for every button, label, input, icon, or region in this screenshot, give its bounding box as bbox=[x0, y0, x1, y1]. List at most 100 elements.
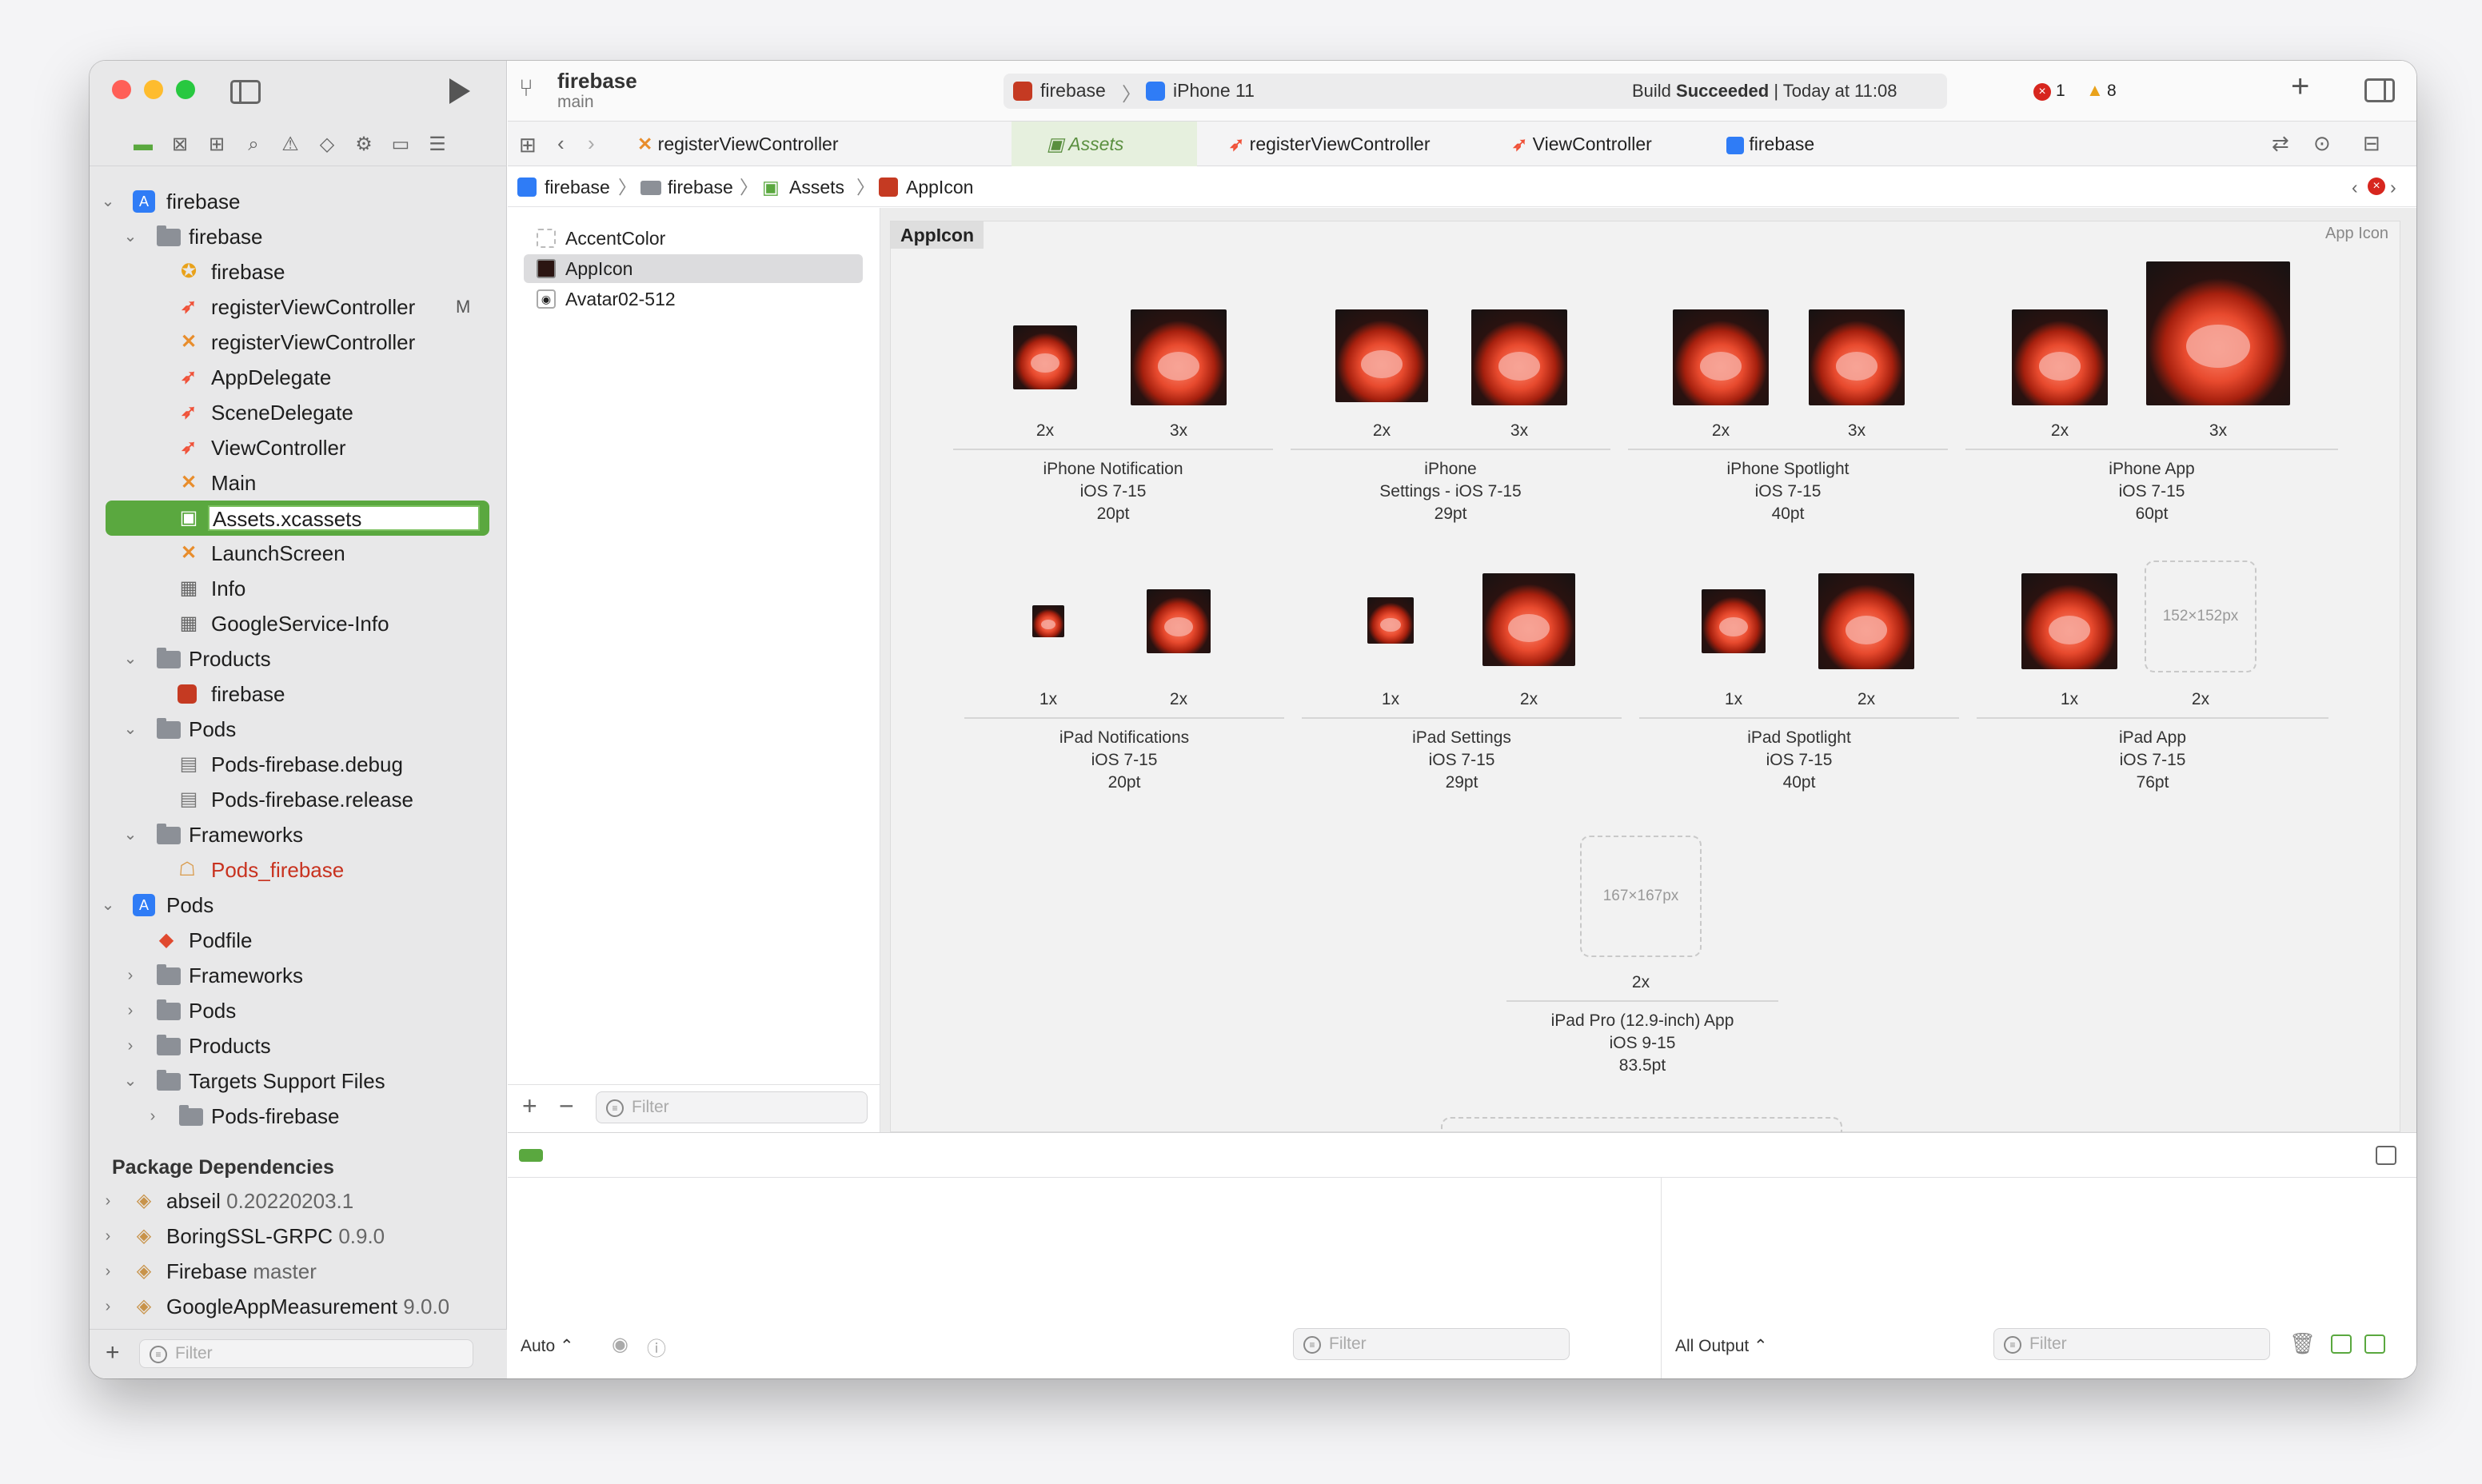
iphone-settings-2x-slot[interactable] bbox=[1335, 309, 1428, 402]
options-icon[interactable]: ⊙ bbox=[2313, 131, 2331, 156]
inspector-toggle-icon[interactable] bbox=[2364, 78, 2395, 102]
error-icon[interactable]: × bbox=[2033, 83, 2051, 101]
test-navigator-icon[interactable]: ◇ bbox=[317, 134, 337, 155]
breadcrumb-project[interactable]: firebase bbox=[545, 167, 610, 207]
zoom-button[interactable] bbox=[176, 80, 195, 99]
previous-issue-icon[interactable]: ‹ bbox=[2352, 167, 2358, 207]
console-output-selector[interactable]: All Output ⌃ bbox=[1675, 1336, 1768, 1356]
debug-toggle-icon[interactable] bbox=[519, 1149, 543, 1162]
sidebar-toggle-icon[interactable] bbox=[230, 80, 261, 104]
tab-firebase-project[interactable]: firebase bbox=[1693, 122, 1861, 166]
navigator-filter[interactable]: ≡ Filter bbox=[139, 1339, 473, 1368]
package-row[interactable]: › ◈ Firebase master bbox=[90, 1254, 507, 1289]
tree-row[interactable]: ▤ Pods-firebase.release bbox=[90, 782, 507, 817]
trash-icon[interactable]: 🗑 bbox=[2289, 1331, 2316, 1356]
breadcrumb-appicon[interactable]: AppIcon bbox=[906, 167, 973, 207]
tree-row[interactable]: firebase bbox=[90, 676, 507, 712]
iphone-app-3x-slot[interactable] bbox=[2146, 261, 2290, 405]
ipad-notifications-2x-slot[interactable] bbox=[1147, 589, 1211, 653]
tree-row[interactable]: ➶ ViewController bbox=[90, 430, 507, 465]
asset-filter[interactable]: ≡ Filter bbox=[596, 1091, 868, 1123]
device-selector[interactable]: iPhone 11 bbox=[1173, 80, 1255, 102]
run-icon[interactable] bbox=[449, 78, 470, 104]
tab-assets[interactable]: ▣ Assets bbox=[1012, 122, 1197, 166]
next-issue-icon[interactable]: › bbox=[2390, 167, 2396, 207]
report-navigator-icon[interactable]: ☰ bbox=[427, 134, 448, 155]
breadcrumb-folder[interactable]: firebase bbox=[668, 167, 733, 207]
tab-viewcontroller[interactable]: ➶ ViewController bbox=[1461, 122, 1693, 166]
swap-icon[interactable]: ⇄ bbox=[2272, 131, 2289, 156]
tree-row[interactable]: ☖ Pods_firebase bbox=[90, 852, 507, 888]
asset-item[interactable]: ◉ Avatar02-512 bbox=[524, 285, 863, 313]
tree-row[interactable]: ⌄ A Pods bbox=[90, 888, 507, 923]
tree-row[interactable]: ⌄ firebase bbox=[90, 219, 507, 254]
tree-row[interactable]: ⌄ Products bbox=[90, 641, 507, 676]
ipad-notifications-1x-slot[interactable] bbox=[1032, 605, 1064, 637]
add-icon[interactable]: + bbox=[106, 1341, 120, 1365]
ipad-app-2x-empty-slot[interactable]: 152×152px bbox=[2145, 560, 2257, 672]
ipad-settings-2x-slot[interactable] bbox=[1482, 573, 1575, 666]
back-icon[interactable]: ‹ bbox=[557, 131, 565, 156]
console-filter[interactable]: ≡ Filter bbox=[1993, 1328, 2270, 1360]
iphone-notification-3x-slot[interactable] bbox=[1131, 309, 1227, 405]
tree-row[interactable]: ⌄ Pods bbox=[90, 712, 507, 747]
library-add-icon[interactable]: + bbox=[2291, 70, 2309, 102]
tree-row[interactable]: ➶ registerViewController M bbox=[90, 289, 507, 325]
tree-row[interactable]: ✕ Main bbox=[90, 465, 507, 501]
hide-debug-icon[interactable] bbox=[2376, 1146, 2396, 1165]
breakpoint-navigator-icon[interactable]: ▭ bbox=[390, 134, 411, 155]
tree-row[interactable]: ◆ Podfile bbox=[90, 923, 507, 958]
iphone-app-2x-slot[interactable] bbox=[2012, 309, 2108, 405]
package-row[interactable]: › ◈ GoogleAppMeasurement 9.0.0 bbox=[90, 1289, 507, 1324]
tree-row[interactable]: ⌄ Frameworks bbox=[90, 817, 507, 852]
iphone-settings-3x-slot[interactable] bbox=[1471, 309, 1567, 405]
source-control-icon[interactable]: ⊠ bbox=[170, 134, 190, 155]
tree-row-selected[interactable]: ▣ Assets.xcassets bbox=[106, 501, 489, 536]
info-icon[interactable]: ⓘ bbox=[647, 1333, 666, 1361]
debug-navigator-icon[interactable]: ⚙ bbox=[353, 134, 374, 155]
asset-item[interactable]: AccentColor bbox=[524, 224, 863, 253]
breadcrumb-assets[interactable]: Assets bbox=[789, 167, 844, 207]
tree-row[interactable]: › Products bbox=[90, 1028, 507, 1063]
ipad-pro-2x-empty-slot[interactable]: 167×167px bbox=[1580, 836, 1702, 957]
iphone-notification-2x-slot[interactable] bbox=[1013, 325, 1077, 389]
scheme-selector[interactable]: firebase bbox=[1040, 80, 1106, 102]
tree-row[interactable]: ➶ SceneDelegate bbox=[90, 395, 507, 430]
add-asset-icon[interactable]: + bbox=[522, 1091, 537, 1121]
package-row[interactable]: › ◈ BoringSSL-GRPC 0.9.0 bbox=[90, 1219, 507, 1254]
remove-asset-icon[interactable]: − bbox=[559, 1091, 574, 1121]
tree-row[interactable]: ⌄ Targets Support Files bbox=[90, 1063, 507, 1099]
ipad-app-1x-slot[interactable] bbox=[2021, 573, 2117, 669]
show-variables-icon[interactable] bbox=[2331, 1334, 2352, 1354]
folder-navigator-icon[interactable]: ▬ bbox=[133, 134, 154, 155]
tree-row[interactable]: ➶ AppDelegate bbox=[90, 360, 507, 395]
tab-registerviewcontroller-swift[interactable]: ➶ registerViewController bbox=[1197, 122, 1461, 166]
ipad-settings-1x-slot[interactable] bbox=[1367, 597, 1414, 644]
find-navigator-icon[interactable]: ⌕ bbox=[243, 134, 264, 155]
minimize-button[interactable] bbox=[144, 80, 163, 99]
tree-row[interactable]: ✪ firebase bbox=[90, 254, 507, 289]
rename-field[interactable]: Assets.xcassets bbox=[208, 505, 480, 531]
tree-row[interactable]: ⌄ Afirebase bbox=[90, 184, 507, 219]
split-editor-icon[interactable]: ⊟ bbox=[2363, 131, 2380, 156]
tree-row[interactable]: › Pods-firebase bbox=[90, 1099, 507, 1134]
warning-icon[interactable]: ▲ bbox=[2086, 80, 2104, 101]
tree-row[interactable]: ✕ LaunchScreen bbox=[90, 536, 507, 571]
ipad-spotlight-1x-slot[interactable] bbox=[1702, 589, 1766, 653]
eye-icon[interactable]: ◉ bbox=[612, 1333, 628, 1356]
tree-row[interactable]: ▦ GoogleService-Info bbox=[90, 606, 507, 641]
close-button[interactable] bbox=[112, 80, 131, 99]
grid-icon[interactable]: ⊞ bbox=[519, 133, 537, 158]
issue-navigator-icon[interactable]: ⚠ bbox=[280, 134, 301, 155]
error-icon[interactable]: × bbox=[2368, 178, 2385, 195]
variables-scope-selector[interactable]: Auto ⌃ bbox=[521, 1336, 574, 1356]
variables-filter[interactable]: ≡ Filter bbox=[1293, 1328, 1570, 1360]
iphone-spotlight-2x-slot[interactable] bbox=[1673, 309, 1769, 405]
tree-row[interactable]: › Pods bbox=[90, 993, 507, 1028]
ipad-spotlight-2x-slot[interactable] bbox=[1818, 573, 1914, 669]
forward-icon[interactable]: › bbox=[588, 131, 595, 156]
asset-item-selected[interactable]: AppIcon bbox=[524, 254, 863, 283]
tree-row[interactable]: ✕ registerViewController bbox=[90, 325, 507, 360]
show-console-icon[interactable] bbox=[2364, 1334, 2385, 1354]
tree-row[interactable]: › Frameworks bbox=[90, 958, 507, 993]
